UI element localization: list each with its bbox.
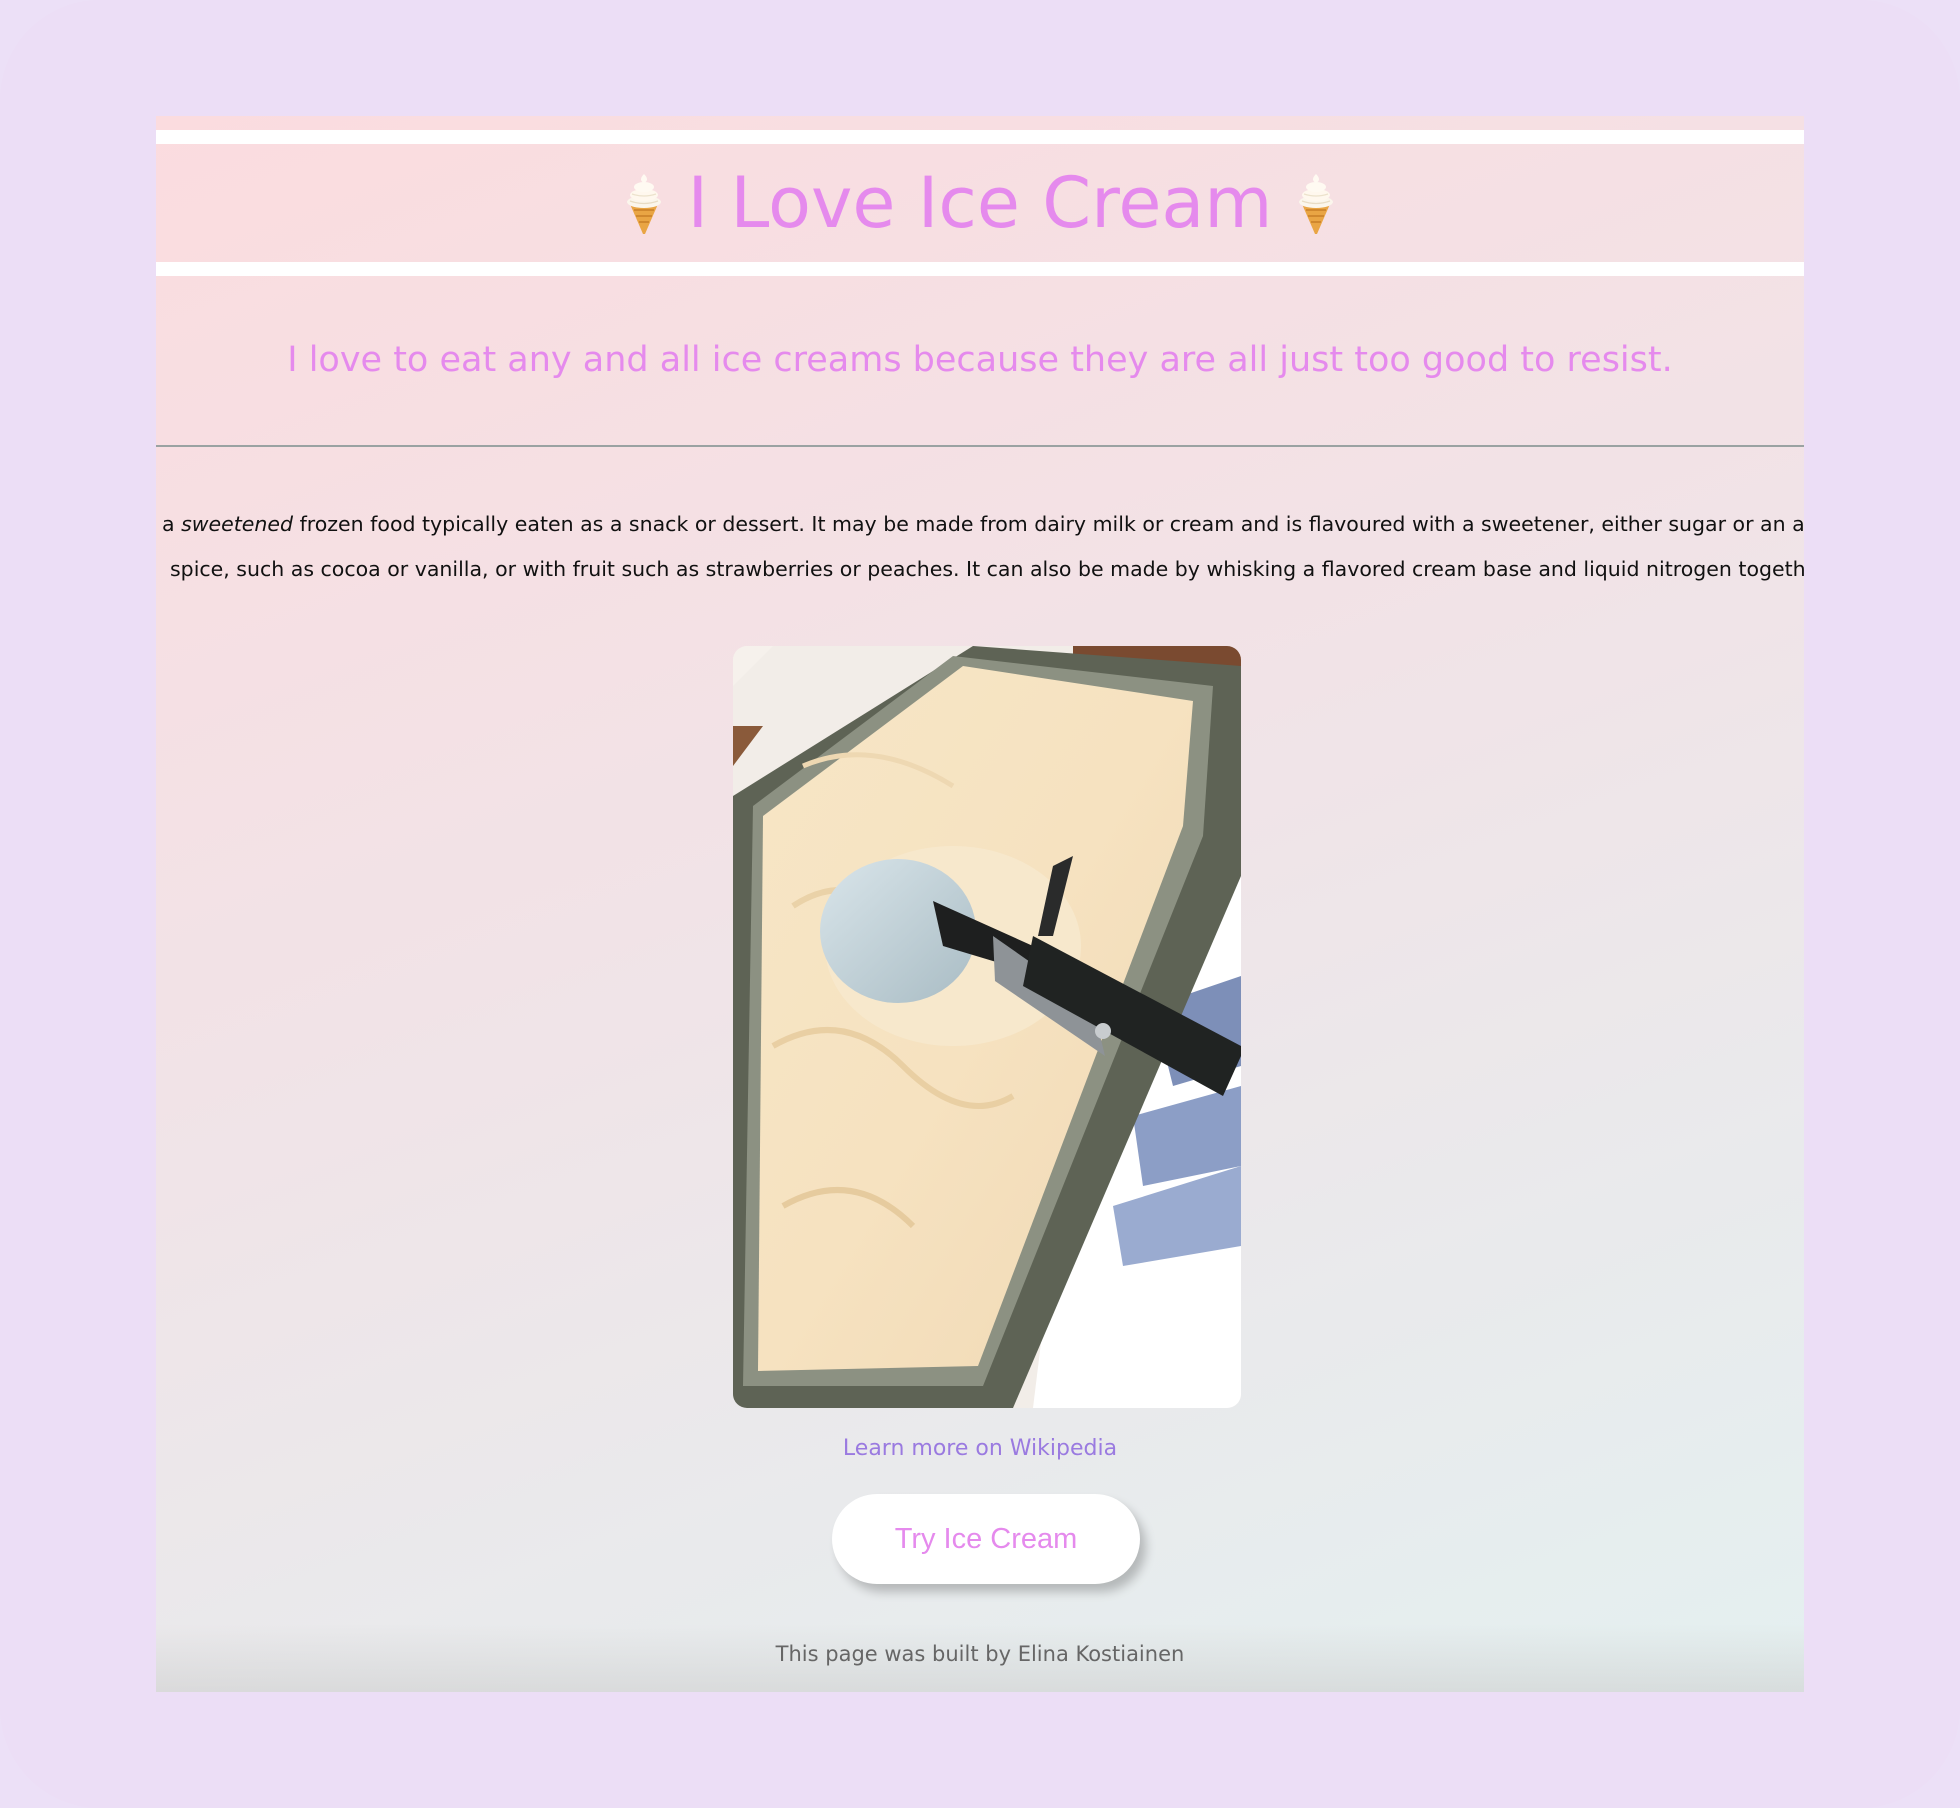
webpage: I Love Ice Cream I love to eat any and a… — [156, 116, 1804, 1692]
tagline: I love to eat any and all ice creams bec… — [287, 340, 1673, 380]
description-emphasis: sweetened — [181, 512, 294, 536]
wikipedia-link[interactable]: Learn more on Wikipedia — [156, 1436, 1804, 1461]
page-title: I Love Ice Cream — [687, 162, 1273, 244]
header-banner: I Love Ice Cream — [156, 130, 1804, 276]
soft-serve-icon — [1294, 170, 1338, 236]
description: a sweetened frozen food typically eaten … — [156, 502, 1804, 592]
description-line-2: spice, such as cocoa or vanilla, or with… — [170, 557, 1804, 581]
divider — [156, 445, 1804, 447]
description-text: a — [162, 512, 182, 536]
description-text: frozen food typically eaten as a snack o… — [293, 512, 1804, 536]
soft-serve-icon — [622, 170, 666, 236]
footer-credit: This page was built by Elina Kostiainen — [775, 1642, 1185, 1666]
page-title-row: I Love Ice Cream — [622, 162, 1339, 244]
try-ice-cream-button[interactable]: Try Ice Cream — [832, 1494, 1140, 1584]
description-line-1: a sweetened frozen food typically eaten … — [162, 502, 1804, 547]
outer-frame: I Love Ice Cream I love to eat any and a… — [0, 0, 1960, 1808]
ice-cream-photo — [733, 646, 1241, 1408]
